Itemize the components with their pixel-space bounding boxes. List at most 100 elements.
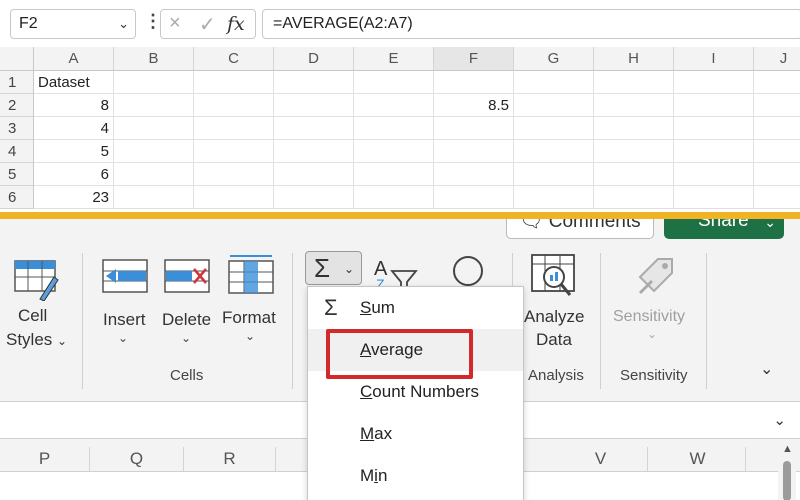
cell-d1[interactable] bbox=[274, 71, 354, 94]
column-header-d[interactable]: D bbox=[274, 47, 354, 71]
cell-c2[interactable] bbox=[194, 94, 274, 117]
cell-a6[interactable]: 23 bbox=[34, 186, 114, 209]
cell-a1[interactable]: Dataset bbox=[34, 71, 114, 94]
cell-j3[interactable] bbox=[754, 117, 800, 140]
cell-f2[interactable]: 8.5 bbox=[434, 94, 514, 117]
cell-b6[interactable] bbox=[114, 186, 194, 209]
cell-i1[interactable] bbox=[674, 71, 754, 94]
row-header-5[interactable]: 5 bbox=[0, 163, 34, 186]
cell-e1[interactable] bbox=[354, 71, 434, 94]
cell-i4[interactable] bbox=[674, 140, 754, 163]
share-button[interactable]: Share ⌄ bbox=[664, 219, 784, 239]
cell-g6[interactable] bbox=[514, 186, 594, 209]
column-header-i[interactable]: I bbox=[674, 47, 754, 71]
cancel-icon[interactable]: × bbox=[169, 12, 181, 35]
cell-b4[interactable] bbox=[114, 140, 194, 163]
comments-button[interactable]: 🗨 Comments bbox=[506, 219, 654, 239]
cell-i6[interactable] bbox=[674, 186, 754, 209]
name-box[interactable]: F2 ⌄ bbox=[10, 9, 136, 39]
cell-f5[interactable] bbox=[434, 163, 514, 186]
cell-g2[interactable] bbox=[514, 94, 594, 117]
column-header-g[interactable]: G bbox=[514, 47, 594, 71]
cell-e5[interactable] bbox=[354, 163, 434, 186]
row-header-3[interactable]: 3 bbox=[0, 117, 34, 140]
cell-h4[interactable] bbox=[594, 140, 674, 163]
cell-g4[interactable] bbox=[514, 140, 594, 163]
checkmark-icon[interactable]: ✓ bbox=[199, 12, 216, 37]
cell-j2[interactable] bbox=[754, 94, 800, 117]
cell-b2[interactable] bbox=[114, 94, 194, 117]
cell-d3[interactable] bbox=[274, 117, 354, 140]
cell-e3[interactable] bbox=[354, 117, 434, 140]
cell-f4[interactable] bbox=[434, 140, 514, 163]
scroll-up-icon[interactable]: ▲ bbox=[782, 443, 793, 455]
cell-d5[interactable] bbox=[274, 163, 354, 186]
column-header-h[interactable]: H bbox=[594, 47, 674, 71]
cell-i2[interactable] bbox=[674, 94, 754, 117]
column-header-w[interactable]: W bbox=[650, 447, 746, 471]
cell-i5[interactable] bbox=[674, 163, 754, 186]
cell-h3[interactable] bbox=[594, 117, 674, 140]
column-header-p[interactable]: P bbox=[0, 447, 90, 471]
collapse-ribbon-chevron-icon[interactable]: ⌄ bbox=[760, 359, 773, 379]
scrollbar-thumb[interactable] bbox=[783, 461, 791, 500]
cell-i3[interactable] bbox=[674, 117, 754, 140]
column-header-f[interactable]: F bbox=[434, 47, 514, 71]
row-header-6[interactable]: 6 bbox=[0, 186, 34, 209]
cell-d6[interactable] bbox=[274, 186, 354, 209]
menu-item-sum[interactable]: Σ Sum bbox=[308, 287, 523, 329]
cell-h2[interactable] bbox=[594, 94, 674, 117]
cell-e2[interactable] bbox=[354, 94, 434, 117]
row-header-1[interactable]: 1 bbox=[0, 71, 34, 94]
column-header-r[interactable]: R bbox=[184, 447, 276, 471]
autosum-button[interactable]: Σ ⌄ bbox=[305, 251, 362, 285]
vertical-scrollbar[interactable]: ▲ bbox=[778, 441, 796, 500]
cell-c1[interactable] bbox=[194, 71, 274, 94]
cell-c5[interactable] bbox=[194, 163, 274, 186]
column-header-e[interactable]: E bbox=[354, 47, 434, 71]
cell-j6[interactable] bbox=[754, 186, 800, 209]
cell-j4[interactable] bbox=[754, 140, 800, 163]
row-header-4[interactable]: 4 bbox=[0, 140, 34, 163]
menu-item-min[interactable]: Min bbox=[308, 455, 523, 497]
chevron-down-icon[interactable]: ⌄ bbox=[118, 16, 129, 32]
column-header-c[interactable]: C bbox=[194, 47, 274, 71]
cell-j5[interactable] bbox=[754, 163, 800, 186]
cell-a2[interactable]: 8 bbox=[34, 94, 114, 117]
cell-f3[interactable] bbox=[434, 117, 514, 140]
column-header-q[interactable]: Q bbox=[90, 447, 184, 471]
select-all-corner[interactable] bbox=[0, 47, 34, 71]
cell-g5[interactable] bbox=[514, 163, 594, 186]
cell-a4[interactable]: 5 bbox=[34, 140, 114, 163]
cell-f1[interactable] bbox=[434, 71, 514, 94]
column-header-b[interactable]: B bbox=[114, 47, 194, 71]
cell-h1[interactable] bbox=[594, 71, 674, 94]
cell-b5[interactable] bbox=[114, 163, 194, 186]
cell-h6[interactable] bbox=[594, 186, 674, 209]
menu-item-max[interactable]: Max bbox=[308, 413, 523, 455]
cell-e4[interactable] bbox=[354, 140, 434, 163]
cell-a3[interactable]: 4 bbox=[34, 117, 114, 140]
column-header-j[interactable]: J bbox=[754, 47, 800, 71]
row-header-2[interactable]: 2 bbox=[0, 94, 34, 117]
cell-c3[interactable] bbox=[194, 117, 274, 140]
chevron-down-icon[interactable]: ⌄ bbox=[773, 411, 786, 429]
cell-a5[interactable]: 6 bbox=[34, 163, 114, 186]
cell-h5[interactable] bbox=[594, 163, 674, 186]
chevron-down-icon[interactable]: ⌄ bbox=[764, 219, 776, 236]
cell-j1[interactable] bbox=[754, 71, 800, 94]
column-header-v[interactable]: V bbox=[554, 447, 648, 471]
column-header-a[interactable]: A bbox=[34, 47, 114, 71]
cell-e6[interactable] bbox=[354, 186, 434, 209]
cell-f6[interactable] bbox=[434, 186, 514, 209]
cell-b1[interactable] bbox=[114, 71, 194, 94]
cell-c4[interactable] bbox=[194, 140, 274, 163]
cell-g3[interactable] bbox=[514, 117, 594, 140]
cell-b3[interactable] bbox=[114, 117, 194, 140]
cell-g1[interactable] bbox=[514, 71, 594, 94]
formula-input[interactable]: =AVERAGE(A2:A7) bbox=[262, 9, 800, 39]
cell-d2[interactable] bbox=[274, 94, 354, 117]
cell-c6[interactable] bbox=[194, 186, 274, 209]
insert-function-icon[interactable]: fx bbox=[227, 13, 245, 35]
cell-d4[interactable] bbox=[274, 140, 354, 163]
